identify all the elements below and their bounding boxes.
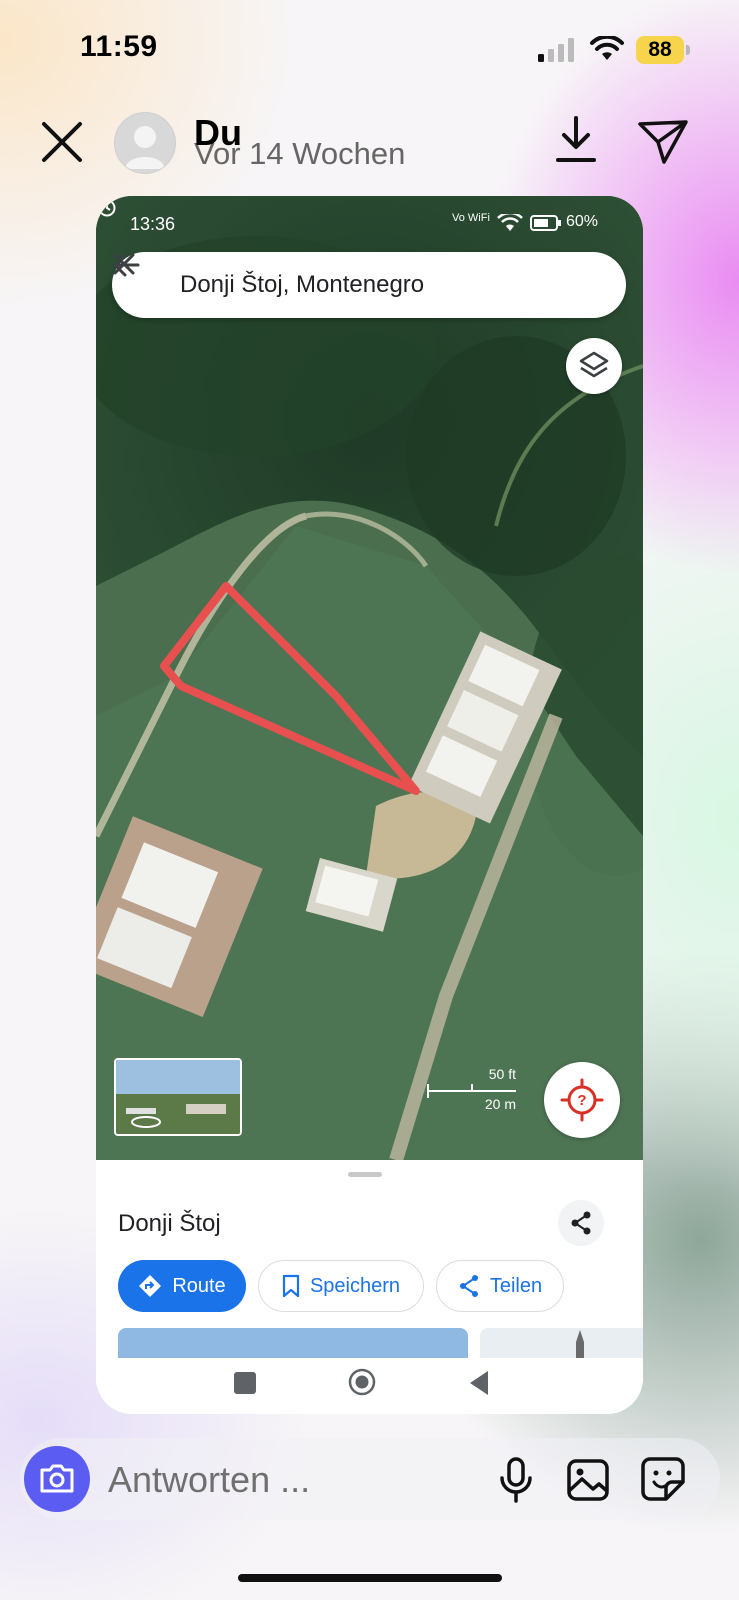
drag-handle[interactable] (348, 1172, 382, 1177)
battery-icon: 88 (636, 36, 692, 64)
maps-search-bar[interactable]: Donji Štoj, Montenegro (112, 252, 626, 318)
inner-wifi-icon (497, 214, 523, 231)
cellular-signal-icon (538, 38, 574, 62)
photo-card-2[interactable] (480, 1328, 643, 1358)
recents-icon[interactable] (234, 1372, 256, 1394)
camera-button[interactable] (24, 1446, 90, 1512)
status-time: 11:59 (80, 30, 158, 63)
bookmark-icon (282, 1274, 300, 1298)
street-view-thumbnail[interactable] (114, 1058, 242, 1136)
place-sheet[interactable]: Donji Štoj Route Speichern Teilen (96, 1160, 643, 1414)
route-label: Route (172, 1274, 226, 1297)
inner-status-time: 13:36 (130, 214, 176, 234)
close-icon[interactable] (36, 116, 88, 168)
home-indicator[interactable] (238, 1574, 502, 1582)
satellite-map[interactable]: 13:36 Vo WiFi 60% Donji Štoj, Montenegro… (96, 196, 643, 1160)
android-nav-bar (96, 1358, 643, 1414)
scale-feet: 50 ft (488, 1066, 516, 1082)
share-icon (571, 1211, 591, 1235)
save-label: Speichern (309, 1274, 401, 1297)
inner-battery-icon (530, 215, 561, 231)
map-scale: 50 ft 20 m (426, 1066, 526, 1116)
place-title: Donji Štoj (118, 1210, 221, 1237)
route-button[interactable]: Route (118, 1260, 246, 1312)
inner-network-label: Vo WiFi (452, 212, 490, 224)
camera-icon (40, 1464, 74, 1493)
story-username[interactable]: Du (194, 112, 242, 154)
avatar[interactable] (114, 112, 176, 174)
share-label: Teilen (489, 1274, 543, 1297)
save-button[interactable]: Speichern (258, 1260, 424, 1312)
send-icon[interactable] (636, 116, 690, 166)
clear-icon[interactable] (112, 252, 136, 276)
sticker-icon[interactable] (640, 1456, 686, 1502)
photo-card-1[interactable] (118, 1328, 468, 1358)
directions-icon (139, 1275, 162, 1297)
inner-battery-label: 60% (566, 213, 599, 230)
microphone-icon[interactable] (496, 1456, 536, 1504)
wifi-icon (590, 36, 624, 60)
download-icon[interactable] (552, 114, 600, 166)
reply-input[interactable] (106, 1454, 450, 1506)
tower-image (576, 1330, 584, 1358)
street-view-image (116, 1060, 240, 1134)
shared-screenshot[interactable]: 13:36 Vo WiFi 60% Donji Štoj, Montenegro… (96, 196, 643, 1414)
svg-text:?: ? (577, 1092, 586, 1109)
satellite-imagery (96, 196, 643, 1160)
share-chip-icon (459, 1275, 478, 1297)
layers-button[interactable] (566, 338, 622, 394)
battery-level: 88 (636, 36, 684, 64)
my-location-button[interactable]: ? (544, 1062, 620, 1138)
location-unknown-icon: ? (560, 1078, 604, 1122)
scale-meters: 20 m (484, 1096, 516, 1112)
inner-status-icons: Vo WiFi 60% (452, 212, 622, 234)
home-icon[interactable] (348, 1368, 376, 1396)
share-button[interactable] (558, 1200, 604, 1246)
alarm-icon (98, 199, 116, 217)
search-query[interactable]: Donji Štoj, Montenegro (180, 271, 424, 299)
layers-icon (579, 351, 609, 378)
gallery-icon[interactable] (566, 1458, 610, 1502)
nav-back-icon[interactable] (468, 1370, 490, 1396)
share-chip[interactable]: Teilen (436, 1260, 564, 1312)
default-avatar-icon (125, 126, 165, 169)
